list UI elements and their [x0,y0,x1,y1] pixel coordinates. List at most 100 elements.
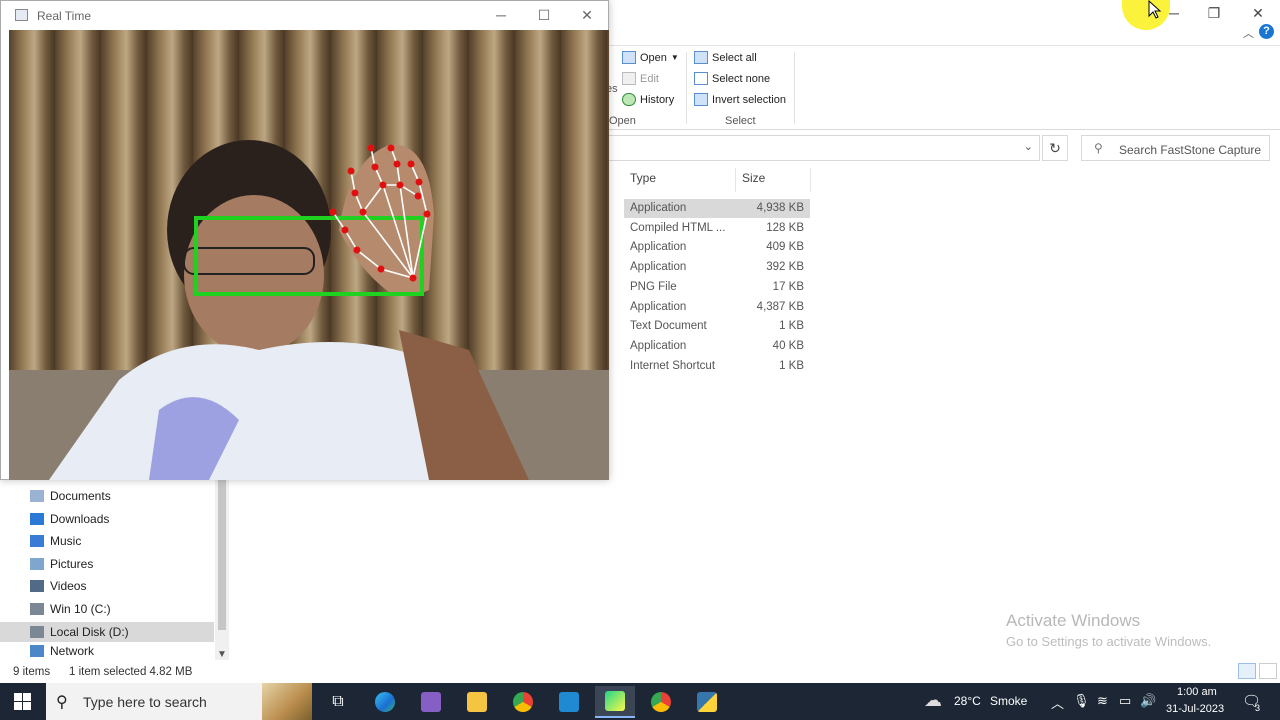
file-row[interactable]: PNG File 17 KB [624,278,810,297]
weather-cloud-icon[interactable]: ☁ [924,690,942,711]
nav-item-network[interactable]: Network [30,644,94,658]
activate-windows-subtitle: Go to Settings to activate Windows. [1006,634,1212,649]
file-size: 392 KB [766,261,804,274]
details-view-button[interactable] [1238,663,1256,679]
select-none-button[interactable]: Select none [694,72,770,85]
camera-feed [9,30,609,480]
minimize-button[interactable]: ─ [491,6,511,24]
chevron-down-icon: ▼ [670,53,679,62]
file-row[interactable]: Application 4,938 KB [624,199,810,218]
real-time-titlebar[interactable]: Real Time ─ ☐ ✕ [1,1,608,30]
select-all-label: Select all [712,51,757,64]
file-size: 128 KB [766,221,804,234]
nav-item-label: Videos [50,579,87,594]
explorer-close-button[interactable]: ✕ [1248,4,1268,22]
nav-scrollbar[interactable]: ▼ [215,480,229,660]
address-bar[interactable]: ⌄ [600,135,1040,161]
column-divider[interactable] [810,168,811,192]
wifi-icon[interactable]: ≋ [1097,693,1108,709]
ribbon-collapse-icon[interactable]: ︿ [1243,25,1254,41]
invert-selection-icon [694,93,708,106]
vscode-icon [559,692,579,712]
nav-item-label: Documents [50,489,111,503]
volume-icon[interactable]: 🔊 [1140,693,1156,709]
file-row[interactable]: Application 409 KB [624,238,810,257]
column-divider[interactable] [735,168,736,192]
select-all-icon [694,51,708,64]
help-icon[interactable]: ? [1259,24,1274,39]
file-row[interactable]: Text Document 1 KB [624,317,810,336]
history-button[interactable]: History [622,93,674,106]
open-button[interactable]: Open ▼ [622,51,679,64]
show-hidden-icons-icon[interactable]: ︿ [1051,693,1064,712]
file-row[interactable]: Application 392 KB [624,258,810,277]
file-size: 17 KB [772,280,804,293]
nav-item-label: Network [50,644,95,659]
explorer-restore-button[interactable]: ❐ [1204,4,1224,22]
nav-item-documents[interactable]: Documents [30,486,111,506]
edit-label: Edit [640,72,659,85]
real-time-window[interactable]: Real Time ─ ☐ ✕ [0,0,609,480]
mouse-cursor-icon [1148,0,1162,19]
scroll-down-icon[interactable]: ▼ [217,649,227,660]
maximize-button[interactable]: ☐ [534,6,554,24]
invert-selection-button[interactable]: Invert selection [694,93,786,106]
videos-icon [30,580,44,593]
file-size: 40 KB [772,339,804,352]
item-count: 9 items [13,666,51,678]
taskbar-edge[interactable] [365,686,405,718]
select-all-button[interactable]: Select all [694,51,757,64]
file-type: Application [630,241,687,254]
nav-item-pictures[interactable]: Pictures [30,554,93,574]
taskbar-vscode[interactable] [549,686,589,718]
refresh-button[interactable]: ↻ [1042,135,1068,161]
task-view-button[interactable]: ⧉ [318,686,358,718]
edit-button[interactable]: Edit [622,72,659,85]
clock-time[interactable]: 1:00 am [1177,686,1217,698]
search-input[interactable]: ⚲ Search FastStone Capture [1081,135,1270,161]
taskbar-chrome-profile[interactable] [641,686,681,718]
taskbar-file-explorer[interactable] [457,686,497,718]
column-header-type[interactable]: Type [630,171,656,185]
file-type: Text Document [630,320,707,333]
file-row[interactable]: Compiled HTML ... 128 KB [624,219,810,238]
clock-date[interactable]: 31-Jul-2023 [1166,703,1224,715]
nav-item-label: Music [50,534,82,549]
taskbar-visual-studio[interactable] [411,686,451,718]
nav-item-videos[interactable]: Videos [30,576,86,596]
file-row[interactable]: Application 40 KB [624,337,810,356]
file-row[interactable]: Application 4,387 KB [624,298,810,317]
nav-item-label: Pictures [50,556,94,571]
history-icon [622,93,636,106]
nav-item-label: Win 10 (C:) [50,602,111,616]
downloads-icon [30,512,44,525]
status-bar: 9 items 1 item selected 4.82 MB [0,661,1280,683]
weather-condition[interactable]: Smoke [990,694,1027,708]
large-icons-view-button[interactable] [1259,663,1277,679]
file-row[interactable]: Internet Shortcut 1 KB [624,357,810,376]
battery-icon[interactable]: ▭ [1119,693,1131,709]
python-icon [697,692,717,712]
taskbar-pycharm[interactable] [595,686,635,718]
invert-selection-label: Invert selection [712,93,786,106]
column-header-size[interactable]: Size [742,171,765,185]
windows-start-icon[interactable] [14,693,31,710]
open-icon [622,51,636,64]
close-button[interactable]: ✕ [577,6,597,24]
activate-windows-title: Activate Windows [1006,611,1141,630]
taskbar-chrome[interactable] [503,686,543,718]
chevron-down-icon[interactable]: ⌄ [1024,140,1033,153]
open-label: Open [640,51,667,64]
nav-item-music[interactable]: Music [30,531,81,551]
nav-item-win-10-c[interactable]: Win 10 (C:) [30,599,111,619]
drive-icon [30,603,44,615]
nav-item-local-disk-d[interactable]: Local Disk (D:) [0,621,214,642]
weather-temp[interactable]: 28°C [954,694,981,708]
taskbar-search-box[interactable]: ⚲ Type here to search [46,683,312,720]
microphone-icon[interactable]: 🎙 [1073,693,1090,709]
nav-item-downloads[interactable]: Downloads [30,509,109,529]
taskbar-python[interactable] [687,686,727,718]
file-size: 409 KB [766,241,804,254]
scrollbar-thumb[interactable] [218,480,226,630]
select-none-label: Select none [712,72,771,85]
